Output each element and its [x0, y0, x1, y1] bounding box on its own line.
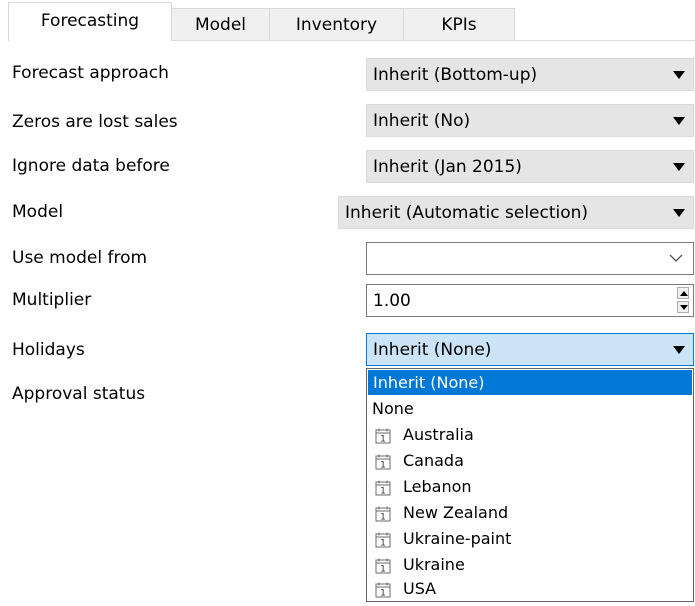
dropdown-arrow-icon	[673, 71, 685, 79]
holidays-option-lebanon[interactable]: 1 Lebanon	[367, 474, 693, 500]
dropdown-arrow-icon	[673, 209, 685, 217]
multiplier-spinbox[interactable]: 1.00	[366, 284, 694, 317]
svg-text:1: 1	[380, 513, 386, 523]
option-label: New Zealand	[403, 503, 509, 522]
zeros-lost-sales-select[interactable]: Inherit (No)	[366, 104, 694, 137]
tab-inventory[interactable]: Inventory	[269, 8, 404, 40]
calendar-icon: 1	[375, 558, 391, 574]
holidays-option-usa[interactable]: 1 USA	[367, 576, 693, 602]
svg-text:1: 1	[380, 435, 386, 445]
svg-text:1: 1	[380, 487, 386, 497]
holidays-option-none[interactable]: None	[367, 396, 693, 422]
holidays-option-ukraine-paint[interactable]: 1 Ukraine-paint	[367, 526, 693, 552]
calendar-icon: 1	[375, 428, 391, 444]
option-label: Ukraine	[403, 555, 465, 574]
ignore-data-before-label: Ignore data before	[12, 156, 170, 176]
chevron-down-icon	[669, 254, 683, 262]
tab-kpis[interactable]: KPIs	[403, 8, 515, 40]
calendar-icon: 1	[375, 532, 391, 548]
zeros-lost-sales-value: Inherit (No)	[373, 111, 471, 131]
svg-text:1: 1	[380, 461, 386, 471]
tab-bar: Model Inventory KPIs Forecasting	[8, 0, 695, 41]
holidays-label: Holidays	[12, 340, 85, 360]
forecast-approach-value: Inherit (Bottom-up)	[373, 65, 538, 85]
dropdown-arrow-icon	[673, 346, 685, 354]
calendar-icon: 1	[375, 454, 391, 470]
calendar-icon: 1	[375, 506, 391, 522]
tab-forecasting[interactable]: Forecasting	[8, 2, 172, 41]
model-value: Inherit (Automatic selection)	[345, 203, 589, 223]
approval-status-label: Approval status	[12, 384, 146, 404]
forecast-approach-select[interactable]: Inherit (Bottom-up)	[366, 58, 694, 91]
dropdown-arrow-icon	[673, 117, 685, 125]
holidays-option-ukraine[interactable]: 1 Ukraine	[367, 552, 693, 578]
option-label: Inherit (None)	[373, 373, 485, 392]
model-select[interactable]: Inherit (Automatic selection)	[338, 196, 694, 229]
forecast-approach-label: Forecast approach	[12, 63, 169, 83]
holidays-option-new-zealand[interactable]: 1 New Zealand	[367, 500, 693, 526]
zeros-lost-sales-label: Zeros are lost sales	[12, 112, 178, 132]
holidays-value: Inherit (None)	[373, 340, 492, 360]
ignore-data-before-select[interactable]: Inherit (Jan 2015)	[366, 150, 694, 183]
multiplier-value: 1.00	[373, 291, 411, 311]
multiplier-spinner	[677, 287, 691, 314]
option-label: Australia	[403, 425, 474, 444]
svg-text:1: 1	[380, 565, 386, 575]
ignore-data-before-value: Inherit (Jan 2015)	[373, 157, 522, 177]
option-label: Lebanon	[403, 477, 472, 496]
holidays-dropdown-list: Inherit (None) None 1 Australia 1 Canada	[366, 368, 694, 602]
option-label: None	[372, 399, 414, 418]
dropdown-arrow-icon	[673, 163, 685, 171]
option-label: Canada	[403, 451, 464, 470]
holidays-option-canada[interactable]: 1 Canada	[367, 448, 693, 474]
spin-down-icon	[680, 305, 688, 310]
calendar-icon: 1	[375, 582, 391, 598]
svg-text:1: 1	[380, 589, 386, 599]
spin-up-button[interactable]	[677, 287, 689, 299]
use-model-from-select[interactable]	[366, 242, 694, 275]
multiplier-label: Multiplier	[12, 290, 92, 310]
tab-model[interactable]: Model	[171, 8, 270, 40]
spin-down-button[interactable]	[677, 301, 689, 313]
option-label: Ukraine-paint	[403, 529, 512, 548]
model-label: Model	[12, 202, 64, 222]
holidays-option-australia[interactable]: 1 Australia	[367, 422, 693, 448]
use-model-from-label: Use model from	[12, 248, 148, 268]
holidays-select[interactable]: Inherit (None)	[366, 333, 694, 366]
holidays-option-inherit-none[interactable]: Inherit (None)	[368, 370, 692, 395]
spin-up-icon	[680, 291, 688, 296]
svg-text:1: 1	[380, 539, 386, 549]
option-label: USA	[403, 579, 437, 598]
calendar-icon: 1	[375, 480, 391, 496]
